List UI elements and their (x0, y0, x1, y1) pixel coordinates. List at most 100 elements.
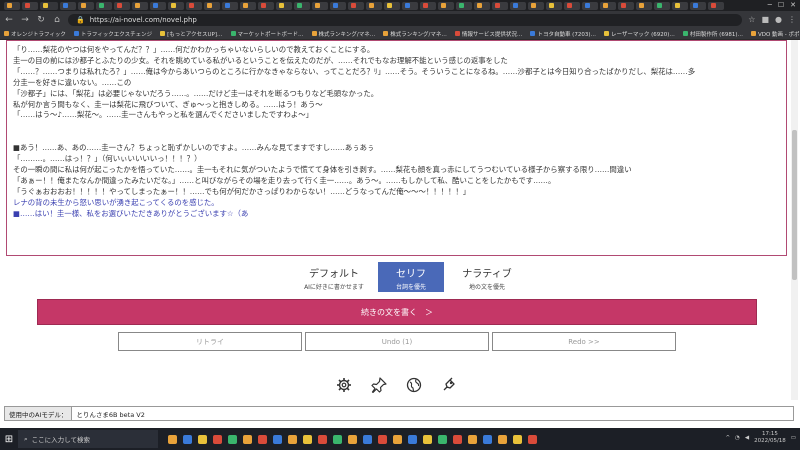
taskbar-app-icon[interactable] (303, 434, 312, 444)
browser-tab[interactable] (510, 1, 526, 10)
gear-icon[interactable] (336, 377, 352, 393)
taskbar-app-icon[interactable] (198, 434, 207, 444)
retry-button[interactable]: リトライ (118, 332, 302, 351)
continue-writing-button[interactable]: 続きの文を書く ＞ (37, 299, 757, 325)
bookmark-item[interactable]: オレンジトラフィック (4, 30, 66, 38)
menu-icon[interactable]: ⋮ (788, 15, 796, 24)
taskbar-app-icon[interactable] (228, 434, 237, 444)
star-icon[interactable]: ☆ (748, 15, 755, 24)
page-scrollbar[interactable] (791, 40, 798, 400)
taskbar-search[interactable]: ⌕ ここに入力して検索 (18, 430, 158, 448)
profile-icon[interactable]: ● (775, 15, 782, 24)
browser-tab[interactable] (240, 1, 256, 10)
taskbar-app-icon[interactable] (333, 434, 342, 444)
taskbar-app-icon[interactable] (378, 434, 387, 444)
browser-tab[interactable] (294, 1, 310, 10)
bookmark-item[interactable]: トラフィックエクスチェンジ (73, 30, 152, 38)
browser-tab[interactable] (564, 1, 580, 10)
taskbar-app-icon[interactable] (213, 434, 222, 444)
pin-icon[interactable] (371, 377, 387, 394)
mode-dialogue[interactable]: セリフ 台詞を優先 (378, 262, 444, 292)
browser-tab[interactable] (96, 1, 112, 10)
taskbar-app-icon[interactable] (528, 434, 537, 444)
browser-tab[interactable] (420, 1, 436, 10)
browser-tab[interactable] (438, 1, 454, 10)
browser-tab[interactable] (528, 1, 544, 10)
taskbar-app-icon[interactable] (243, 434, 252, 444)
bookmark-item[interactable]: 株式ランキング/マネ… (311, 30, 375, 38)
browser-tab[interactable] (600, 1, 616, 10)
browser-tab[interactable] (168, 1, 184, 10)
back-icon[interactable]: ← (4, 15, 14, 25)
browser-tab[interactable] (204, 1, 220, 10)
browser-tab[interactable] (186, 1, 202, 10)
taskbar-app-icon[interactable] (483, 434, 492, 444)
minimize-icon[interactable]: ─ (768, 1, 772, 9)
clock[interactable]: 17:15 2022/05/18 (754, 431, 786, 445)
browser-tab[interactable] (618, 1, 634, 10)
browser-tab[interactable] (654, 1, 670, 10)
bookmark-item[interactable]: 村田製作所 (6981)… (682, 30, 743, 38)
redo-button[interactable]: Redo >> (492, 332, 676, 351)
reload-icon[interactable]: ↻ (36, 15, 46, 25)
address-bar[interactable]: 🔒 https://ai-novel.com/novel.php (68, 13, 743, 26)
browser-tab[interactable] (4, 1, 20, 10)
share-icon[interactable] (441, 377, 457, 393)
browser-tab[interactable] (708, 1, 724, 10)
taskbar-app-icon[interactable] (408, 434, 417, 444)
maximize-icon[interactable]: ☐ (778, 1, 784, 9)
browser-tab[interactable] (40, 1, 58, 10)
browser-tab[interactable] (22, 1, 38, 10)
browser-tab[interactable] (312, 1, 328, 10)
browser-tab[interactable] (60, 1, 76, 10)
browser-tab[interactable] (474, 1, 490, 10)
taskbar-app-icon[interactable] (468, 434, 477, 444)
bookmark-item[interactable]: [もっとアクセスUP]… (160, 30, 223, 38)
taskbar-app-icon[interactable] (393, 434, 402, 444)
volume-icon[interactable]: ◀ (745, 435, 749, 441)
browser-tab[interactable] (348, 1, 364, 10)
bookmark-item[interactable]: VDO 動画 - ポポ… (750, 30, 800, 38)
browser-tab[interactable] (546, 1, 562, 10)
forward-icon[interactable]: → (20, 15, 30, 25)
browser-tab[interactable] (690, 1, 706, 10)
bookmark-item[interactable]: 情報サービス提供状況… (454, 30, 522, 38)
taskbar-app-icon[interactable] (348, 434, 357, 444)
chevron-up-icon[interactable]: ^ (725, 435, 730, 441)
taskbar-app-icon[interactable] (288, 434, 297, 444)
scrollbar-thumb[interactable] (792, 130, 797, 280)
globe-icon[interactable] (406, 377, 422, 393)
bookmark-item[interactable]: レーザーマック (6920)… (603, 30, 675, 38)
taskbar-app-icon[interactable] (318, 434, 327, 444)
taskbar-app-icon[interactable] (513, 434, 522, 444)
browser-tab[interactable] (672, 1, 688, 10)
browser-tab[interactable] (636, 1, 652, 10)
browser-tab[interactable] (582, 1, 598, 10)
bookmark-item[interactable]: マーケットポートボード… (230, 30, 304, 38)
browser-tab[interactable] (276, 1, 292, 10)
browser-tab[interactable] (492, 1, 508, 10)
browser-tab[interactable] (132, 1, 148, 10)
taskbar-app-icon[interactable] (168, 434, 177, 444)
taskbar-app-icon[interactable] (453, 434, 462, 444)
taskbar-app-icon[interactable] (183, 434, 192, 444)
windows-start-icon[interactable]: ⊞ (0, 434, 18, 445)
browser-tab[interactable] (150, 1, 166, 10)
taskbar-app-icon[interactable] (438, 434, 447, 444)
browser-tab[interactable] (258, 1, 274, 10)
taskbar-app-icon[interactable] (258, 434, 267, 444)
taskbar-app-icon[interactable] (423, 434, 432, 444)
taskbar-app-icon[interactable] (273, 434, 282, 444)
close-icon[interactable]: ✕ (790, 1, 796, 9)
extension-icon[interactable]: ■ (761, 15, 769, 24)
browser-tab[interactable] (456, 1, 472, 10)
home-icon[interactable]: ⌂ (52, 15, 62, 25)
browser-tab[interactable] (114, 1, 130, 10)
undo-button[interactable]: Undo (1) (305, 332, 489, 351)
taskbar-app-icon[interactable] (363, 434, 372, 444)
browser-tab[interactable] (330, 1, 346, 10)
browser-tab[interactable] (78, 1, 94, 10)
browser-tab[interactable] (222, 1, 238, 10)
taskbar-app-icon[interactable] (498, 434, 507, 444)
browser-tab[interactable] (402, 1, 418, 10)
